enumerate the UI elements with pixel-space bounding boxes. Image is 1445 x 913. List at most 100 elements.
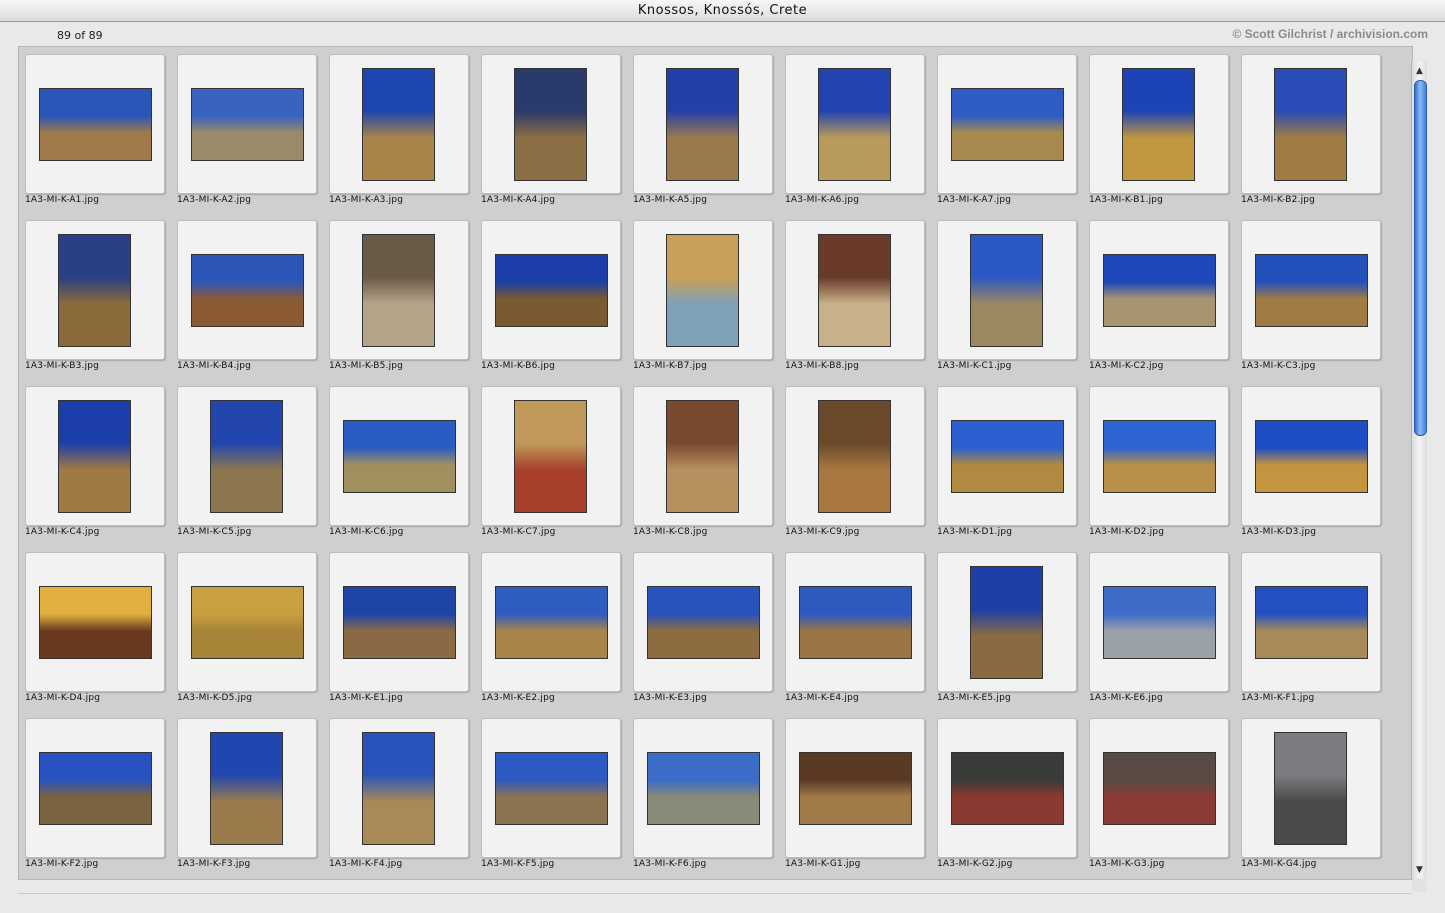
scroll-thumb[interactable]	[1414, 80, 1427, 436]
slide-item[interactable]: 1A3-MI-K-C3.jpg	[1241, 220, 1381, 386]
horizontal-scrollbar[interactable]	[18, 879, 1411, 894]
slide-item[interactable]: 1A3-MI-K-F3.jpg	[177, 718, 317, 879]
slide-thumbnail[interactable]	[1274, 68, 1347, 181]
slide-mount[interactable]	[633, 552, 773, 692]
slide-thumbnail[interactable]	[343, 586, 456, 659]
slide-item[interactable]: 1A3-MI-K-F5.jpg	[481, 718, 621, 879]
slide-mount[interactable]	[937, 386, 1077, 526]
slide-item[interactable]: 1A3-MI-K-D4.jpg	[25, 552, 165, 718]
slide-thumbnail[interactable]	[1122, 68, 1195, 181]
slide-mount[interactable]	[937, 54, 1077, 194]
slide-thumbnail[interactable]	[666, 68, 739, 181]
slide-mount[interactable]	[633, 220, 773, 360]
slide-thumbnail[interactable]	[495, 254, 608, 327]
slide-item[interactable]: 1A3-MI-K-E3.jpg	[633, 552, 773, 718]
slide-mount[interactable]	[937, 552, 1077, 692]
slide-item[interactable]: 1A3-MI-K-F6.jpg	[633, 718, 773, 879]
slide-thumbnail[interactable]	[799, 586, 912, 659]
slide-mount[interactable]	[177, 220, 317, 360]
slide-item[interactable]: 1A3-MI-K-C2.jpg	[1089, 220, 1229, 386]
slide-mount[interactable]	[937, 220, 1077, 360]
slide-item[interactable]: 1A3-MI-K-B3.jpg	[25, 220, 165, 386]
slide-mount[interactable]	[25, 386, 165, 526]
slide-mount[interactable]	[25, 220, 165, 360]
slide-mount[interactable]	[1089, 552, 1229, 692]
slide-thumbnail[interactable]	[210, 732, 283, 845]
slide-item[interactable]: 1A3-MI-K-D1.jpg	[937, 386, 1077, 552]
slide-item[interactable]: 1A3-MI-K-G4.jpg	[1241, 718, 1381, 879]
slide-thumbnail[interactable]	[951, 88, 1064, 161]
slide-thumbnail[interactable]	[343, 420, 456, 493]
scroll-up-icon[interactable]: ▲	[1414, 65, 1425, 77]
slide-mount[interactable]	[785, 718, 925, 858]
slide-thumbnail[interactable]	[1103, 586, 1216, 659]
slide-thumbnail[interactable]	[210, 400, 283, 513]
slide-thumbnail[interactable]	[495, 752, 608, 825]
slide-item[interactable]: 1A3-MI-K-B6.jpg	[481, 220, 621, 386]
slide-thumbnail[interactable]	[514, 68, 587, 181]
slide-mount[interactable]	[329, 220, 469, 360]
slide-thumbnail[interactable]	[39, 752, 152, 825]
slide-thumbnail[interactable]	[362, 68, 435, 181]
slide-mount[interactable]	[633, 718, 773, 858]
slide-thumbnail[interactable]	[951, 752, 1064, 825]
slide-mount[interactable]	[785, 54, 925, 194]
slide-thumbnail[interactable]	[495, 586, 608, 659]
slide-mount[interactable]	[329, 718, 469, 858]
slide-item[interactable]: 1A3-MI-K-G1.jpg	[785, 718, 925, 879]
slide-thumbnail[interactable]	[666, 400, 739, 513]
slide-thumbnail[interactable]	[970, 566, 1043, 679]
slide-mount[interactable]	[785, 386, 925, 526]
slide-thumbnail[interactable]	[818, 400, 891, 513]
slide-mount[interactable]	[481, 718, 621, 858]
slide-mount[interactable]	[329, 386, 469, 526]
slide-thumbnail[interactable]	[362, 732, 435, 845]
slide-mount[interactable]	[785, 552, 925, 692]
slide-item[interactable]: 1A3-MI-K-A3.jpg	[329, 54, 469, 220]
resize-corner[interactable]	[1412, 879, 1426, 892]
slide-mount[interactable]	[1089, 54, 1229, 194]
slide-thumbnail[interactable]	[1255, 254, 1368, 327]
slide-item[interactable]: 1A3-MI-K-C6.jpg	[329, 386, 469, 552]
slide-mount[interactable]	[1241, 552, 1381, 692]
slide-thumbnail[interactable]	[970, 234, 1043, 347]
slide-item[interactable]: 1A3-MI-K-C9.jpg	[785, 386, 925, 552]
slide-mount[interactable]	[329, 54, 469, 194]
slide-item[interactable]: 1A3-MI-K-G3.jpg	[1089, 718, 1229, 879]
slide-mount[interactable]	[177, 386, 317, 526]
slide-thumbnail[interactable]	[1274, 732, 1347, 845]
slide-mount[interactable]	[481, 386, 621, 526]
slide-item[interactable]: 1A3-MI-K-A6.jpg	[785, 54, 925, 220]
slide-item[interactable]: 1A3-MI-K-G2.jpg	[937, 718, 1077, 879]
scroll-down-icon[interactable]: ▼	[1414, 864, 1425, 876]
slide-mount[interactable]	[1089, 220, 1229, 360]
slide-item[interactable]: 1A3-MI-K-C7.jpg	[481, 386, 621, 552]
slide-item[interactable]: 1A3-MI-K-F4.jpg	[329, 718, 469, 879]
slide-thumbnail[interactable]	[1255, 420, 1368, 493]
slide-item[interactable]: 1A3-MI-K-B5.jpg	[329, 220, 469, 386]
vertical-scrollbar[interactable]: ▲ ▼	[1411, 62, 1427, 878]
slide-thumbnail[interactable]	[799, 752, 912, 825]
slide-thumbnail[interactable]	[951, 420, 1064, 493]
slide-mount[interactable]	[937, 718, 1077, 858]
slide-item[interactable]: 1A3-MI-K-D5.jpg	[177, 552, 317, 718]
slide-item[interactable]: 1A3-MI-K-B1.jpg	[1089, 54, 1229, 220]
slide-mount[interactable]	[177, 718, 317, 858]
slide-mount[interactable]	[1241, 220, 1381, 360]
slide-item[interactable]: 1A3-MI-K-E2.jpg	[481, 552, 621, 718]
slide-mount[interactable]	[177, 552, 317, 692]
slide-item[interactable]: 1A3-MI-K-A2.jpg	[177, 54, 317, 220]
slide-thumbnail[interactable]	[818, 234, 891, 347]
slide-item[interactable]: 1A3-MI-K-B2.jpg	[1241, 54, 1381, 220]
slide-thumbnail[interactable]	[191, 88, 304, 161]
slide-item[interactable]: 1A3-MI-K-D2.jpg	[1089, 386, 1229, 552]
slide-thumbnail[interactable]	[39, 586, 152, 659]
slide-thumbnail[interactable]	[191, 586, 304, 659]
slide-mount[interactable]	[1241, 386, 1381, 526]
slide-thumbnail[interactable]	[39, 88, 152, 161]
slide-mount[interactable]	[1241, 718, 1381, 858]
slide-item[interactable]: 1A3-MI-K-C4.jpg	[25, 386, 165, 552]
slide-mount[interactable]	[25, 54, 165, 194]
slide-thumbnail[interactable]	[1103, 254, 1216, 327]
slide-thumbnail[interactable]	[666, 234, 739, 347]
